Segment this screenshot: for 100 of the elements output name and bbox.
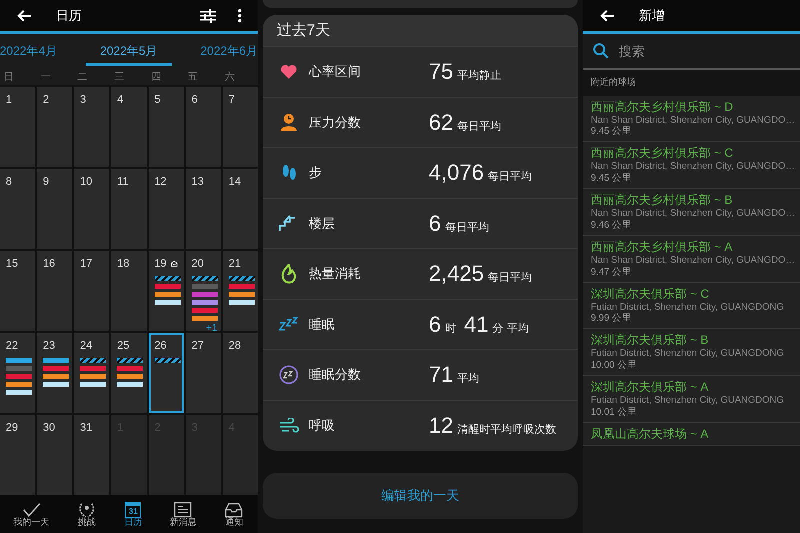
search-field[interactable]: 搜索 [617, 36, 767, 66]
day-cell[interactable]: 11 [111, 169, 147, 249]
course-distance: 9.45 公里 [591, 126, 634, 138]
month-tab[interactable]: 2022年6月 [200, 34, 258, 66]
day-cell[interactable]: 18 [111, 251, 147, 331]
day-number: 4 [117, 93, 124, 108]
day-number: 26 [154, 339, 167, 354]
metric-unit: 平均 [457, 372, 480, 388]
day-number: 2 [43, 93, 50, 108]
course-list-item[interactable]: 深圳高尔夫俱乐部 ~ B Futian District, Shenzhen City, GUANGDONG 10.00 公里 [583, 329, 800, 376]
weekday-label: 四 [150, 71, 162, 85]
metric-value: 4,076 [429, 159, 484, 188]
course-name: 西丽高尔夫乡村俱乐部 ~ C [591, 146, 734, 162]
metric-unit: 每日平均 [445, 220, 490, 236]
day-cell[interactable]: 25 [111, 333, 147, 413]
course-distance: 10.01 公里 [591, 406, 638, 419]
metric-unit: 每日平均 [488, 170, 532, 186]
day-number: 24 [80, 339, 93, 354]
day-cell[interactable]: 2 [37, 87, 72, 167]
metric-label: 心率区间 [309, 63, 362, 81]
nav-tab[interactable]: 挑战 [77, 500, 98, 528]
more-options-icon[interactable] [238, 8, 242, 22]
course-list-item[interactable]: 深圳高尔夫俱乐部 ~ C Futian District, Shenzhen City, GUANGDONG 9.99 公里 [583, 282, 800, 330]
day-cell[interactable]: 10 [74, 169, 110, 249]
day-cell[interactable]: 26 [148, 333, 184, 413]
metric-label: 睡眠分数 [309, 366, 362, 384]
course-address: Nan Shan District, Shenzhen City, GUANGDO… [591, 161, 792, 174]
day-cell[interactable]: 4 [111, 87, 147, 167]
day-number: 23 [43, 339, 56, 354]
nav-tab[interactable]: 通知 [224, 500, 244, 528]
course-distance: 9.45 公里 [591, 173, 634, 185]
metric-label: 步 [309, 164, 323, 182]
day-number: 3 [80, 93, 86, 108]
day-cell[interactable]: 30 [37, 415, 72, 495]
back-arrow-icon[interactable] [16, 8, 32, 24]
day-cell[interactable]: 22 [0, 333, 36, 413]
day-cell[interactable]: 9 [37, 169, 72, 249]
metric-label: 热量消耗 [309, 265, 362, 283]
nav-tab[interactable]: 我的一天 [14, 500, 50, 528]
edit-day-button[interactable]: 编辑我的一天 [263, 473, 578, 519]
nav-tab[interactable]: 31 日历 [124, 500, 142, 528]
day-number: 8 [6, 175, 12, 190]
day-cell[interactable]: 27 [186, 333, 221, 413]
day-cell[interactable]: 29 [0, 415, 36, 495]
metric-unit: 分 平均 [492, 322, 529, 337]
day-cell[interactable]: 17 [74, 251, 110, 331]
back-arrow-icon[interactable] [599, 8, 615, 24]
course-list-item[interactable]: 西丽高尔夫乡村俱乐部 ~ C Nan Shan District, Shenzhen City, GUANGDO… 9.45 公里 [583, 142, 800, 189]
metric-value: 6 [429, 310, 442, 339]
day-cell[interactable]: 1 [0, 87, 36, 167]
day-number: 15 [6, 257, 18, 272]
day-number: 30 [43, 421, 56, 436]
day-cell[interactable]: 6 [186, 87, 221, 167]
day-number: 5 [154, 93, 161, 108]
course-list-item[interactable]: 西丽高尔夫乡村俱乐部 ~ D Nan Shan District, Shenzhen City, GUANGDO… 9.45 公里 [583, 96, 800, 142]
month-tab[interactable]: 2022年4月 [0, 34, 58, 66]
day-number: 11 [117, 175, 129, 190]
day-cell[interactable]: 19 [148, 251, 184, 331]
course-name: 西丽高尔夫乡村俱乐部 ~ B [591, 193, 734, 208]
checkmark-icon [22, 502, 42, 518]
day-number: 12 [154, 175, 167, 190]
laurel-wreath-icon [77, 502, 98, 518]
day-cell[interactable]: 31 [74, 415, 110, 495]
heart-icon [280, 64, 298, 80]
course-list-item[interactable]: 西丽高尔夫乡村俱乐部 ~ A Nan Shan District, Shenzhen City, GUANGDO… 9.47 公里 [583, 236, 800, 282]
course-address: Nan Shan District, Shenzhen City, GUANGDO… [591, 114, 792, 126]
course-distance: 9.47 公里 [591, 266, 634, 278]
weekday-label: 三 [113, 71, 126, 85]
day-cell[interactable]: 12 [148, 169, 184, 249]
day-cell[interactable]: 15 [0, 251, 36, 331]
day-cell[interactable]: 21 [222, 251, 258, 331]
nav-tab[interactable]: 新消息 [170, 500, 197, 528]
metric-unit: 平均静止 [457, 69, 502, 84]
day-number: 6 [192, 93, 198, 108]
metric-value: 2,425 [429, 260, 484, 288]
day-cell[interactable]: 3 [74, 87, 110, 167]
day-cell[interactable]: 23 [37, 333, 72, 413]
day-number: 17 [80, 257, 93, 272]
day-cell[interactable]: 5 [148, 87, 184, 167]
day-cell[interactable]: 13 [186, 169, 221, 249]
course-name: 凤凰山高尔夫球场 ~ A [591, 426, 710, 442]
day-cell[interactable]: 16 [37, 251, 72, 331]
course-list-item[interactable]: 凤凰山高尔夫球场 ~ A [583, 422, 800, 446]
course-list-item[interactable]: 深圳高尔夫俱乐部 ~ A Futian District, Shenzhen City, GUANGDONG 10.01 公里 [583, 376, 800, 423]
day-cell[interactable]: 7 [222, 87, 258, 167]
weekday-label: 日 [3, 71, 15, 85]
day-cell[interactable]: 24 [74, 333, 110, 413]
month-tab[interactable]: 2022年5月 [86, 34, 172, 66]
day-number: 16 [43, 257, 56, 272]
person-icon [280, 113, 298, 132]
day-number: 22 [6, 339, 18, 354]
day-cell[interactable]: 28 [222, 333, 258, 413]
metric-value: 12 [429, 412, 454, 440]
filter-sliders-icon[interactable] [200, 8, 216, 22]
day-cell[interactable]: 20 +1 [186, 251, 221, 331]
day-cell[interactable]: 14 [222, 169, 258, 249]
course-list-item[interactable]: 西丽高尔夫乡村俱乐部 ~ B Nan Shan District, Shenzhen City, GUANGDO… 9.46 公里 [583, 189, 800, 236]
metric-label: 楼层 [309, 214, 336, 232]
course-name: 深圳高尔夫俱乐部 ~ A [591, 380, 710, 395]
day-cell[interactable]: 8 [0, 169, 36, 249]
